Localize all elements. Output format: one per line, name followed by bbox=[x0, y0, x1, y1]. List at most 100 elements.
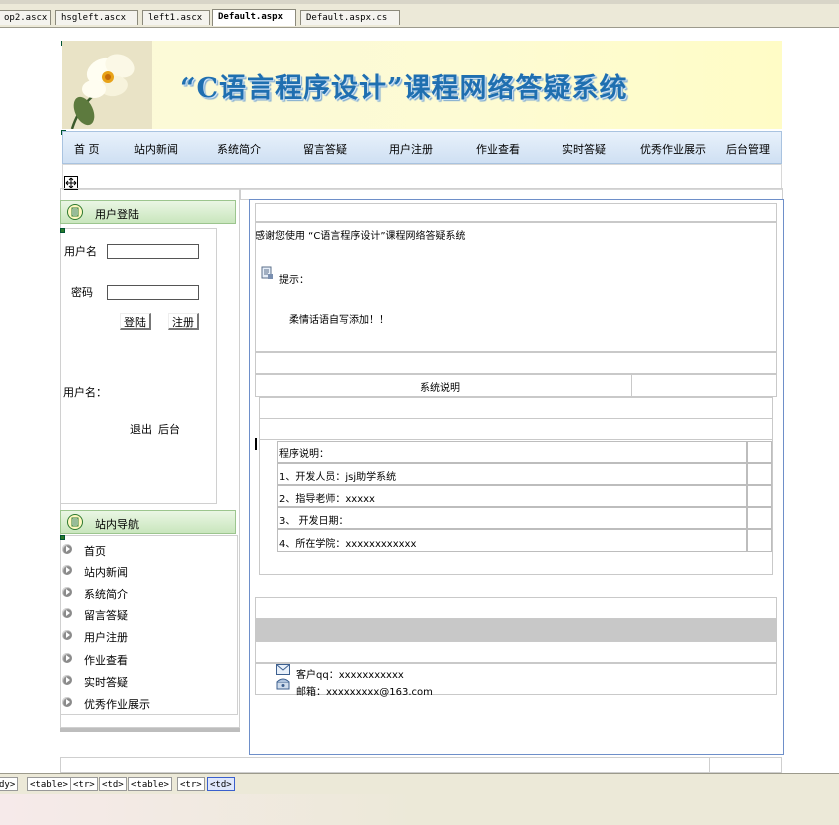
program-row-extra bbox=[747, 441, 772, 463]
program-row bbox=[277, 441, 747, 463]
tab-hsgleft-ascx[interactable]: hsgleft.ascx bbox=[55, 10, 138, 25]
arrow-bullet-icon bbox=[62, 653, 72, 663]
site-nav-panel-header: 站内导航 bbox=[60, 510, 236, 534]
arrow-bullet-icon bbox=[62, 608, 72, 618]
site-nav-panel-title: 站内导航 bbox=[95, 518, 139, 531]
program-line-4: 4、所在学院：xxxxxxxxxxxx bbox=[279, 539, 417, 550]
site-title: “C语言程序设计”课程网络答疑系统 bbox=[180, 73, 628, 104]
control-marker bbox=[60, 535, 65, 540]
welcome-block bbox=[255, 222, 777, 352]
tab-default-aspx[interactable]: Default.aspx bbox=[212, 9, 296, 26]
status-bar bbox=[0, 794, 839, 825]
arrow-bullet-icon bbox=[62, 630, 72, 640]
contact-qq: 客户qq：xxxxxxxxxxx bbox=[296, 670, 404, 681]
username-label: 用户名 bbox=[64, 245, 97, 258]
arrow-bullet-icon bbox=[62, 587, 72, 597]
tag-selector-bar: dy> <table> <tr> <td> <table> <tr> <td> bbox=[0, 773, 839, 794]
nav-register[interactable]: 用户注册 bbox=[389, 141, 433, 157]
nav-home[interactable]: 首 页 bbox=[74, 141, 100, 157]
tag-td[interactable]: <td> bbox=[99, 777, 127, 791]
site-nav-item-label: 留言答疑 bbox=[84, 609, 128, 622]
site-nav-item-realtime[interactable]: 实时答疑 bbox=[62, 672, 238, 692]
tag-tr[interactable]: <tr> bbox=[177, 777, 205, 791]
register-button[interactable]: 注册 bbox=[168, 313, 199, 330]
spacer-row bbox=[255, 352, 777, 374]
site-nav-item-register[interactable]: 用户注册 bbox=[62, 627, 238, 647]
tab-op2-ascx[interactable]: op2.ascx bbox=[0, 10, 51, 25]
nav-news[interactable]: 站内新闻 bbox=[134, 141, 178, 157]
top-nav-bar: 首 页 站内新闻 系统简介 留言答疑 用户注册 作业查看 实时答疑 优秀作业展示… bbox=[62, 131, 782, 164]
nav-admin[interactable]: 后台管理 bbox=[726, 141, 770, 157]
site-nav-item-intro[interactable]: 系统简介 bbox=[62, 584, 238, 604]
footer-gray-bar bbox=[255, 619, 777, 641]
nav-excellent[interactable]: 优秀作业展示 bbox=[640, 141, 706, 157]
tag-tr[interactable]: <tr> bbox=[70, 777, 98, 791]
arrow-bullet-icon bbox=[62, 697, 72, 707]
site-nav-item-messages[interactable]: 留言答疑 bbox=[62, 605, 238, 625]
footer-frame-row bbox=[60, 757, 782, 773]
site-nav-item-label: 优秀作业展示 bbox=[84, 698, 150, 711]
tab-left1-ascx[interactable]: left1.ascx bbox=[142, 10, 210, 25]
arrow-bullet-icon bbox=[62, 565, 72, 575]
flower-image bbox=[62, 41, 152, 129]
document-icon bbox=[67, 204, 83, 220]
program-title: 程序说明： bbox=[279, 449, 329, 460]
section-title: 系统说明 bbox=[420, 383, 460, 394]
nav-messages[interactable]: 留言答疑 bbox=[303, 141, 347, 157]
nav-intro[interactable]: 系统简介 bbox=[217, 141, 261, 157]
contact-email: 邮箱：xxxxxxxxx@163.com bbox=[296, 687, 433, 698]
tag-td-selected[interactable]: <td> bbox=[207, 777, 235, 791]
spacer-row bbox=[255, 641, 777, 663]
site-nav-item-home[interactable]: 首页 bbox=[62, 541, 238, 561]
login-panel-body bbox=[60, 228, 217, 504]
left-column-shadow bbox=[60, 728, 240, 732]
tag-body[interactable]: dy> bbox=[0, 777, 19, 791]
site-nav-item-news[interactable]: 站内新闻 bbox=[62, 562, 238, 582]
program-info-blank-row bbox=[259, 418, 773, 440]
tab-default-aspx-cs[interactable]: Default.aspx.cs bbox=[300, 10, 400, 25]
blank-row bbox=[255, 203, 777, 222]
spacer-row bbox=[255, 597, 777, 619]
login-button[interactable]: 登陆 bbox=[120, 313, 151, 330]
tag-table[interactable]: <table> bbox=[128, 777, 172, 791]
program-row-extra bbox=[747, 485, 772, 507]
phone-icon bbox=[276, 678, 290, 690]
login-panel-header: 用户登陆 bbox=[60, 200, 236, 224]
logout-link[interactable]: 退出 bbox=[130, 421, 152, 437]
site-nav-item-homework[interactable]: 作业查看 bbox=[62, 650, 238, 670]
nav-realtime[interactable]: 实时答疑 bbox=[562, 141, 606, 157]
section-header-row bbox=[255, 374, 777, 397]
tip-icon bbox=[261, 266, 273, 279]
arrow-bullet-icon bbox=[62, 544, 72, 554]
admin-link[interactable]: 后台 bbox=[158, 421, 180, 437]
tag-table[interactable]: <table> bbox=[27, 777, 71, 791]
login-panel-title: 用户登陆 bbox=[95, 208, 139, 221]
program-row-extra bbox=[747, 529, 772, 552]
program-line-1: 1、开发人员：jsj助学系统 bbox=[279, 472, 397, 483]
password-input[interactable] bbox=[107, 285, 199, 300]
program-row-extra bbox=[747, 463, 772, 485]
nav-homework[interactable]: 作业查看 bbox=[476, 141, 520, 157]
site-nav-item-excellent[interactable]: 优秀作业展示 bbox=[62, 694, 238, 714]
control-marker bbox=[60, 228, 65, 233]
password-label: 密码 bbox=[71, 286, 93, 299]
toolbar-row bbox=[62, 164, 782, 190]
site-nav-item-label: 系统简介 bbox=[84, 588, 128, 601]
site-nav-item-label: 作业查看 bbox=[84, 654, 128, 667]
site-nav-item-label: 站内新闻 bbox=[84, 566, 128, 579]
section-header-divider bbox=[631, 375, 632, 396]
toolbar-edge bbox=[0, 0, 839, 4]
site-nav-item-label: 用户注册 bbox=[84, 631, 128, 644]
site-nav-item-label: 实时答疑 bbox=[84, 676, 128, 689]
program-line-2: 2、指导老师：xxxxx bbox=[279, 494, 375, 505]
document-icon bbox=[67, 514, 83, 530]
mail-icon bbox=[276, 664, 290, 675]
username-input[interactable] bbox=[107, 244, 199, 259]
site-nav-item-label: 首页 bbox=[84, 545, 106, 558]
logged-user-label: 用户名： bbox=[63, 386, 107, 399]
footer-frame-divider bbox=[709, 757, 710, 773]
document-tab-bar: op2.ascx hsgleft.ascx left1.ascx Default… bbox=[0, 0, 839, 28]
tip-label: 提示： bbox=[279, 275, 309, 286]
tip-text: 柔情话语自写添加！！ bbox=[289, 315, 389, 326]
text-caret bbox=[255, 438, 257, 450]
